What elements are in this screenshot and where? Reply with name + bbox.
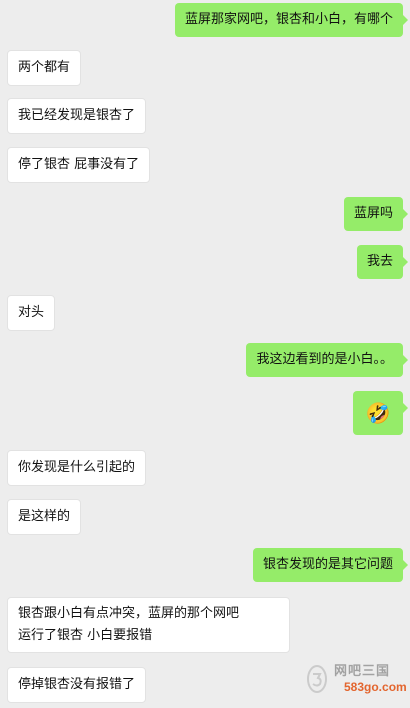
message-bubble-outgoing[interactable]: 我这边看到的是小白。。 [246, 343, 408, 377]
watermark-site-name: 网吧三国 [334, 664, 391, 679]
message-bubble-incoming[interactable]: 我已经发现是银杏了 [7, 98, 147, 134]
message-bubble-outgoing[interactable]: 银杏发现的是其它问题 [252, 548, 409, 582]
message-text: 对头 [18, 305, 45, 320]
message-text: 停了银杏 屁事没有了 [18, 157, 140, 172]
message-text-line: 银杏跟小白有点冲突，蓝屏的那个网吧 [18, 606, 240, 621]
message-bubble-outgoing[interactable]: 蓝屏吗 [343, 197, 409, 231]
message-bubble-outgoing-emoji[interactable]: 🤣 [353, 391, 408, 435]
site-watermark: 网吧三国 583go.com [306, 660, 407, 700]
message-bubble-incoming[interactable]: 停掉银杏没有报错了 [7, 667, 147, 703]
message-bubble-outgoing[interactable]: 蓝屏那家网吧，银杏和小白，有哪个 [174, 3, 409, 37]
chat-area[interactable]: 蓝屏那家网吧，银杏和小白，有哪个 两个都有 我已经发现是银杏了 停了银杏 屁事没… [0, 0, 410, 708]
message-text: 我去 [366, 254, 393, 269]
message-bubble-incoming[interactable]: 你发现是什么引起的 [7, 450, 147, 486]
message-text: 蓝屏那家网吧，银杏和小白，有哪个 [184, 12, 393, 27]
message-text: 两个都有 [18, 60, 71, 75]
site-logo-icon [307, 665, 327, 693]
laughing-tears-emoji-icon: 🤣 [365, 401, 391, 425]
message-bubble-incoming[interactable]: 两个都有 [7, 50, 82, 86]
message-bubble-incoming[interactable]: 是这样的 [7, 499, 82, 535]
message-text: 停掉银杏没有报错了 [18, 677, 136, 692]
message-text: 是这样的 [18, 509, 71, 524]
message-text: 蓝屏吗 [353, 206, 393, 221]
message-bubble-incoming[interactable]: 银杏跟小白有点冲突，蓝屏的那个网吧 运行了银杏 小白要报错 [7, 597, 290, 653]
message-text: 你发现是什么引起的 [18, 460, 136, 475]
message-bubble-outgoing[interactable]: 我去 [356, 245, 409, 279]
message-text-line: 运行了银杏 小白要报错 [18, 628, 153, 643]
message-text: 银杏发现的是其它问题 [262, 557, 393, 572]
message-bubble-incoming[interactable]: 对头 [7, 295, 56, 331]
message-text: 我已经发现是银杏了 [18, 108, 136, 123]
message-text: 我这边看到的是小白。。 [256, 352, 393, 367]
message-bubble-incoming[interactable]: 停了银杏 屁事没有了 [7, 147, 151, 183]
watermark-url: 583go.com [344, 680, 407, 694]
